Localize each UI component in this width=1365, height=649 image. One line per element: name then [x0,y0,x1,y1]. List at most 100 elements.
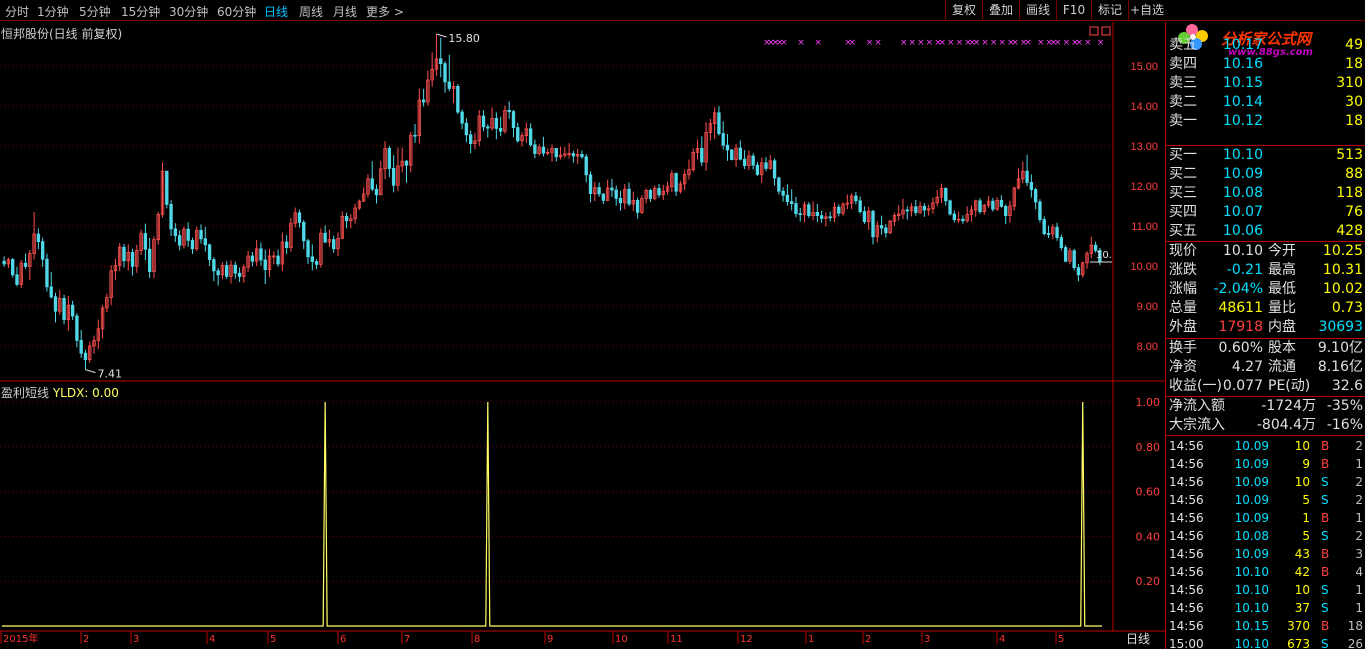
price-tick-label: 11.00 [1131,221,1158,233]
candle-body [83,352,88,361]
candle-body [75,315,79,341]
tick-row: 14:56 10.09 43 B 3 [1169,547,1363,561]
high-label: 15.80 [448,32,480,45]
kline-chart[interactable]: 15.0014.0013.0012.0011.0010.009.008.0015… [0,22,1165,649]
candle-body [828,216,832,219]
candle-body [387,148,392,169]
bid-row: 买四 10.07 76 [1169,204,1363,220]
candle-body [751,155,755,166]
signal-marker: × [973,38,981,48]
candle-body [169,203,173,230]
period-tab-6[interactable]: 日线 [264,3,288,20]
candle-body [79,339,83,354]
candle-body [871,210,875,238]
candle-body [777,177,781,192]
candle-body [914,206,918,213]
candle-body [1076,267,1081,276]
date-label: 8 [474,634,480,645]
period-tab-4[interactable]: 30分钟 [169,3,208,20]
candle-body [858,200,862,213]
candle-body [263,259,267,271]
stat-row: 总量 48611 量比 0.73 [1169,300,1363,316]
period-tab-9[interactable]: 更多 > [366,3,404,20]
candle-body [1004,205,1008,216]
indicator-tick-label: 0.80 [1136,441,1161,454]
tick-row: 14:56 10.09 10 S 2 [1169,475,1363,489]
toolbar-button-0[interactable]: 复权 [945,0,982,21]
signal-marker: × [866,38,874,48]
signal-marker: × [900,38,908,48]
period-tab-7[interactable]: 周线 [299,3,323,20]
tick-row: 14:56 10.09 1 B 1 [1169,511,1363,525]
candle-body [725,144,730,151]
ask-row: 卖五 10.17 49 [1169,37,1363,53]
candle-body [1038,201,1042,221]
signal-marker: × [917,38,925,48]
candle-body [404,160,409,166]
period-label: 日线 [1126,632,1150,646]
candle-body [40,241,45,260]
toolbar: 分时 1分钟 5分钟 15分钟 30分钟 60分钟 日线 周线 月线 更多 > 复权 叠加 画线 F10 标… [0,0,1365,21]
candle-body [207,244,212,261]
signal-marker: × [814,38,822,48]
tick-row: 14:56 10.10 10 S 1 [1169,583,1363,597]
period-tab-8[interactable]: 月线 [333,3,357,20]
toolbar-button-3[interactable]: F10 [1056,0,1091,21]
candle-body [443,63,447,83]
candle-body [721,133,725,146]
candle-body [807,204,811,217]
period-tab-0[interactable]: 分时 [5,3,29,20]
candle-body [948,200,952,215]
candle-body [370,178,374,190]
candle-body [764,162,768,169]
candle-body [199,229,203,240]
candle-body [11,259,15,276]
toolbar-button-1[interactable]: 叠加 [982,0,1019,21]
candle-body [837,206,841,214]
candle-body [755,164,760,175]
signal-marker: × [1054,38,1062,48]
stat-row: 现价 10.10 今开 10.25 [1169,243,1363,259]
low-label: 7.41 [97,368,122,381]
period-tab-5[interactable]: 60分钟 [217,3,256,20]
period-tab-1[interactable]: 1分钟 [37,3,69,20]
signal-marker: × [1084,38,1092,48]
signal-marker: × [797,38,805,48]
candle-body [1033,189,1038,203]
candle-body [772,160,777,179]
candle-body [627,188,631,205]
candle-body [498,128,503,132]
toolbar-button-5[interactable]: +自选 [1128,0,1165,21]
low-marker [85,369,96,374]
ask-row: 卖三 10.15 310 [1169,75,1363,91]
period-tab-2[interactable]: 5分钟 [79,3,111,20]
candle-body [225,265,229,277]
candle-body [439,58,443,64]
tick-row: 14:56 10.09 5 S 2 [1169,493,1363,507]
candle-body [494,118,499,129]
date-label: 2 [865,634,871,645]
candle-body [1063,247,1068,262]
candle-body [1029,181,1034,190]
price-tick-label: 12.00 [1130,181,1158,193]
toolbar-button-4[interactable]: 标记 [1091,0,1128,21]
signal-marker: × [780,38,788,48]
candle-body [815,211,820,216]
candle-body [344,215,349,222]
date-label: 9 [547,634,553,645]
candle-body [413,134,417,137]
flow-row: 大宗流入 -804.4万 -16% [1169,417,1363,433]
candle-body [1055,226,1059,238]
period-tab-3[interactable]: 15分钟 [121,3,160,20]
date-label: 12 [740,634,753,645]
candle-body [905,209,909,212]
toolbar-button-2[interactable]: 画线 [1019,0,1056,21]
candle-body [978,200,982,213]
candle-body [798,213,802,216]
candle-body [464,122,469,136]
date-label: 3 [133,634,139,645]
candle-body [730,149,734,161]
collapse-icon [1089,26,1099,36]
stat-row: 涨幅 -2.04% 最低 10.02 [1169,281,1363,297]
candle-body [700,148,704,163]
